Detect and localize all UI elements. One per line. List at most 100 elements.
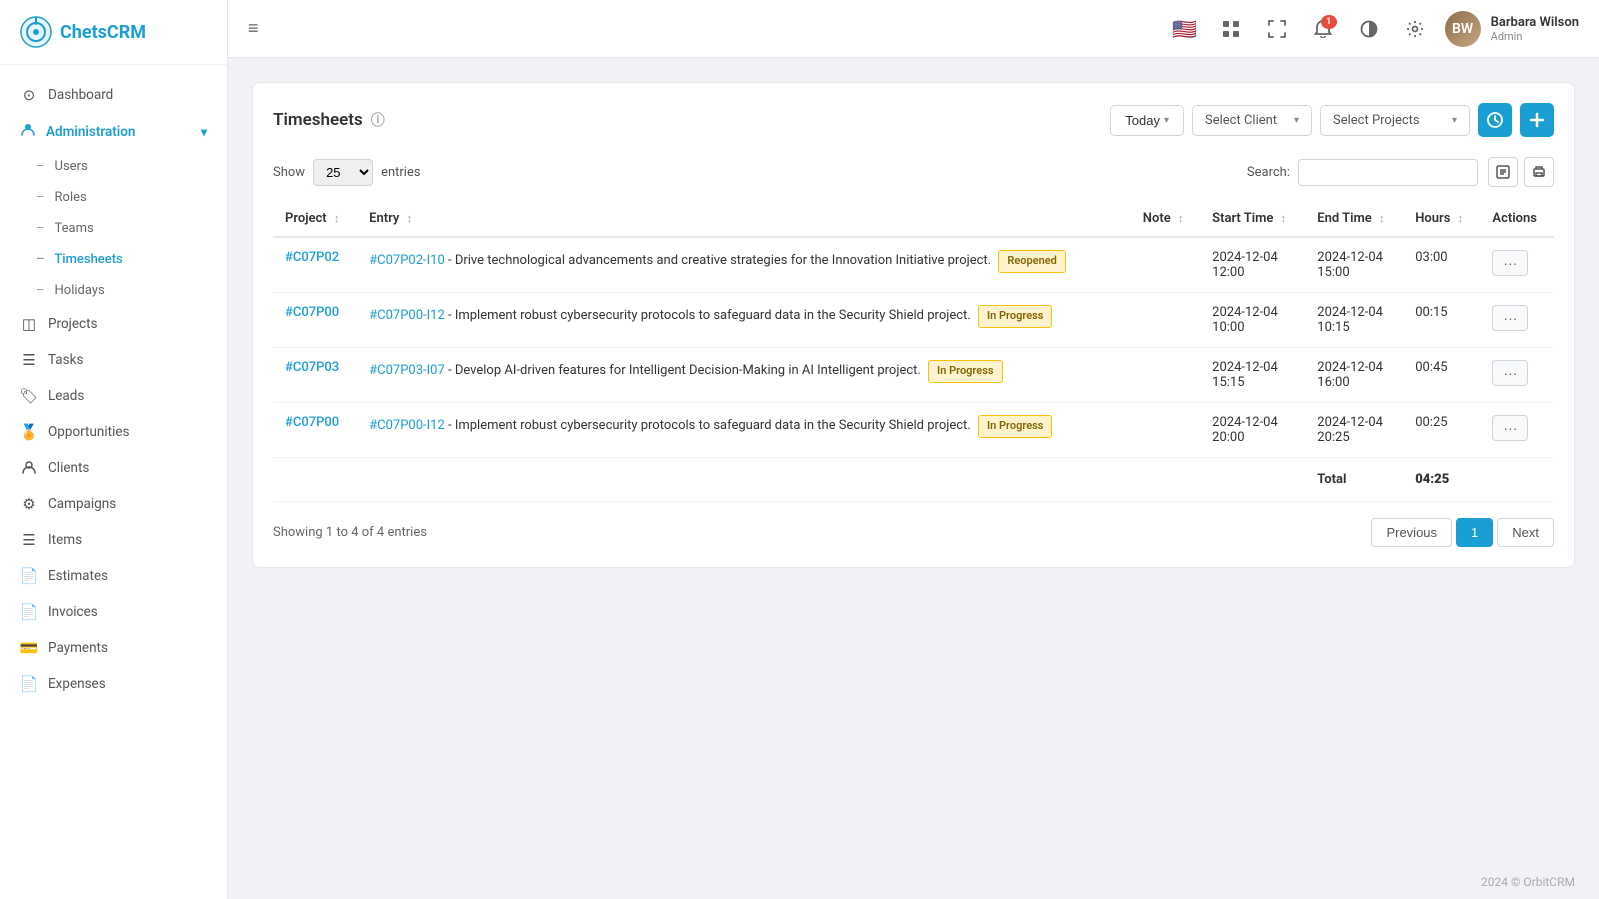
sidebar-item-payments[interactable]: 💳 Payments xyxy=(0,630,227,666)
timesheets-card: Timesheets ⓘ Today ▾ Select Client ▾ Sel… xyxy=(252,82,1575,568)
today-button[interactable]: Today ▾ xyxy=(1110,105,1184,136)
sidebar-item-dashboard[interactable]: ⊙ Dashboard xyxy=(0,77,227,113)
sidebar-item-estimates[interactable]: 📄 Estimates xyxy=(0,558,227,594)
search-input[interactable] xyxy=(1298,159,1478,186)
total-hours: 04:25 xyxy=(1403,458,1480,502)
showing-text: Showing 1 to 4 of 4 entries xyxy=(273,525,427,540)
sidebar-item-opportunities[interactable]: 🏅 Opportunities xyxy=(0,414,227,450)
status-badge: In Progress xyxy=(978,415,1052,438)
cell-start-time: 2024-12-04 10:00 xyxy=(1200,293,1305,348)
sidebar-item-teams[interactable]: Teams xyxy=(0,213,227,244)
sidebar-item-clients[interactable]: Clients xyxy=(0,450,227,486)
sidebar-label-campaigns: Campaigns xyxy=(48,496,116,512)
theme-icon[interactable] xyxy=(1353,13,1385,45)
sidebar-item-roles[interactable]: Roles xyxy=(0,182,227,213)
export-print-button[interactable] xyxy=(1524,157,1554,187)
project-link[interactable]: #C07P03 xyxy=(285,360,339,375)
payments-icon: 💳 xyxy=(20,639,38,657)
select-projects-label: Select Projects xyxy=(1333,113,1420,128)
today-label: Today xyxy=(1125,113,1160,128)
row-actions-button[interactable]: ··· xyxy=(1492,250,1528,276)
cell-entry: #C07P03-I07 - Develop AI-driven features… xyxy=(357,348,1131,403)
row-actions-button[interactable]: ··· xyxy=(1492,360,1528,386)
header-controls: Today ▾ Select Client ▾ Select Projects … xyxy=(1110,103,1554,137)
show-entries: Show 25 50 100 entries xyxy=(273,159,421,186)
show-label: Show xyxy=(273,165,305,180)
items-icon: ☰ xyxy=(20,531,38,549)
sidebar-item-administration[interactable]: Administration ▾ xyxy=(0,113,227,151)
pagination-area: Showing 1 to 4 of 4 entries Previous 1 N… xyxy=(273,518,1554,547)
search-label: Search: xyxy=(1247,165,1290,180)
select-client-dropdown[interactable]: Select Client ▾ xyxy=(1192,105,1312,136)
menu-icon[interactable]: ≡ xyxy=(248,18,259,39)
cell-start-time: 2024-12-04 15:15 xyxy=(1200,348,1305,403)
today-caret: ▾ xyxy=(1164,115,1169,126)
row-actions-button[interactable]: ··· xyxy=(1492,415,1528,441)
cell-end-time: 2024-12-04 15:00 xyxy=(1305,237,1403,293)
previous-button[interactable]: Previous xyxy=(1371,518,1452,547)
col-end-time[interactable]: End Time ↕ xyxy=(1305,201,1403,237)
table-row: #C07P03 #C07P03-I07 - Develop AI-driven … xyxy=(273,348,1554,403)
cell-actions: ··· xyxy=(1480,403,1554,458)
user-info[interactable]: BW Barbara Wilson Admin xyxy=(1445,11,1579,47)
card-header: Timesheets ⓘ Today ▾ Select Client ▾ Sel… xyxy=(273,103,1554,137)
cell-note xyxy=(1131,237,1200,293)
info-icon[interactable]: ⓘ xyxy=(371,110,385,130)
sidebar-item-users[interactable]: Users xyxy=(0,151,227,182)
sidebar-label-projects: Projects xyxy=(48,316,98,332)
notification-icon[interactable]: 1 xyxy=(1307,13,1339,45)
expenses-icon: 📄 xyxy=(20,675,38,693)
col-project[interactable]: Project ↕ xyxy=(273,201,357,237)
row-actions-button[interactable]: ··· xyxy=(1492,305,1528,331)
col-entry[interactable]: Entry ↕ xyxy=(357,201,1131,237)
sidebar-item-invoices[interactable]: 📄 Invoices xyxy=(0,594,227,630)
cell-start-time: 2024-12-04 20:00 xyxy=(1200,403,1305,458)
cell-note xyxy=(1131,403,1200,458)
grid-icon[interactable] xyxy=(1215,13,1247,45)
cell-hours: 00:15 xyxy=(1403,293,1480,348)
page-1-button[interactable]: 1 xyxy=(1456,518,1493,547)
project-link[interactable]: #C07P00 xyxy=(285,305,339,320)
sidebar-item-campaigns[interactable]: ⚙ Campaigns xyxy=(0,486,227,522)
col-hours[interactable]: Hours ↕ xyxy=(1403,201,1480,237)
project-link[interactable]: #C07P02 xyxy=(285,250,339,265)
sidebar-label-estimates: Estimates xyxy=(48,568,108,584)
sidebar-label-payments: Payments xyxy=(48,640,108,656)
cell-start-time: 2024-12-04 12:00 xyxy=(1200,237,1305,293)
logo[interactable]: ChetsCRM xyxy=(0,0,227,65)
select-projects-dropdown[interactable]: Select Projects ▾ xyxy=(1320,105,1470,136)
estimates-icon: 📄 xyxy=(20,567,38,585)
page-title: Timesheets xyxy=(273,110,363,130)
sidebar-item-items[interactable]: ☰ Items xyxy=(0,522,227,558)
sidebar-item-expenses[interactable]: 📄 Expenses xyxy=(0,666,227,702)
entries-label: entries xyxy=(381,165,421,180)
entry-link[interactable]: #C07P03-I07 xyxy=(369,363,445,378)
add-button[interactable] xyxy=(1520,103,1554,137)
sidebar-item-timesheets[interactable]: Timesheets xyxy=(0,244,227,275)
entry-link[interactable]: #C07P00-I12 xyxy=(369,418,445,433)
cell-actions: ··· xyxy=(1480,348,1554,403)
entry-link[interactable]: #C07P02-I10 xyxy=(369,253,445,268)
project-link[interactable]: #C07P00 xyxy=(285,415,339,430)
status-badge: In Progress xyxy=(978,305,1052,328)
sidebar-item-projects[interactable]: ◫ Projects xyxy=(0,306,227,342)
sidebar-item-leads[interactable]: 🏷 Leads xyxy=(0,378,227,414)
export-csv-button[interactable] xyxy=(1488,157,1518,187)
col-start-time[interactable]: Start Time ↕ xyxy=(1200,201,1305,237)
sidebar-item-tasks[interactable]: ☰ Tasks xyxy=(0,342,227,378)
card-title: Timesheets ⓘ xyxy=(273,110,385,130)
fullscreen-icon[interactable] xyxy=(1261,13,1293,45)
entry-link[interactable]: #C07P00-I12 xyxy=(369,308,445,323)
status-badge: In Progress xyxy=(928,360,1002,383)
settings-icon[interactable] xyxy=(1399,13,1431,45)
clock-button[interactable] xyxy=(1478,103,1512,137)
sidebar-item-holidays[interactable]: Holidays xyxy=(0,275,227,306)
entries-select[interactable]: 25 50 100 xyxy=(313,159,373,186)
administration-chevron: ▾ xyxy=(201,125,207,139)
flag-icon[interactable]: 🇺🇸 xyxy=(1169,13,1201,45)
col-note[interactable]: Note ↕ xyxy=(1131,201,1200,237)
table-row: #C07P00 #C07P00-I12 - Implement robust c… xyxy=(273,403,1554,458)
sidebar-label-clients: Clients xyxy=(48,460,89,476)
cell-end-time: 2024-12-04 20:25 xyxy=(1305,403,1403,458)
next-button[interactable]: Next xyxy=(1497,518,1554,547)
